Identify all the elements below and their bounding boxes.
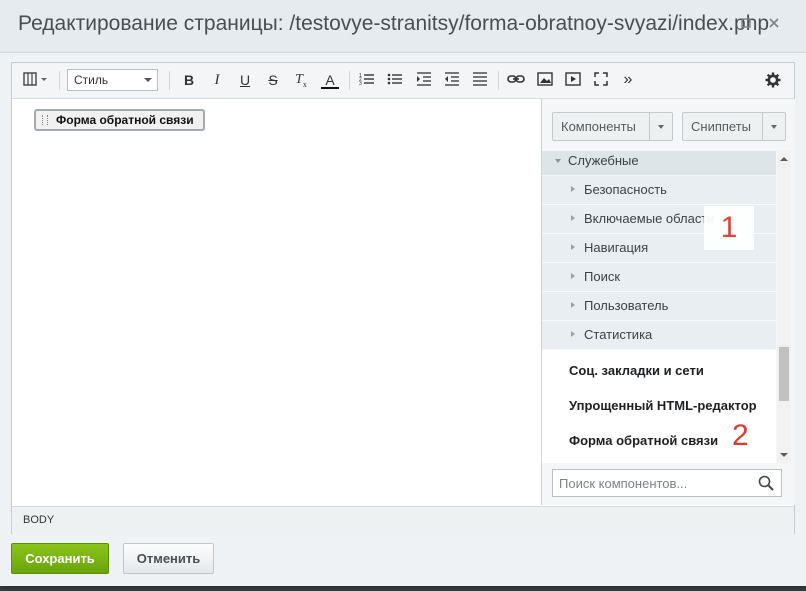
- scroll-up-icon[interactable]: [780, 157, 788, 161]
- toolbar-separator: [59, 71, 60, 90]
- html-editor: Стиль B I U S Tx A 123 » Форма обратной …: [11, 62, 795, 534]
- link-icon[interactable]: [507, 70, 525, 90]
- toolbar-separator: [169, 71, 170, 90]
- tree-subgroup-label: Пользователь: [584, 298, 669, 313]
- tree-component-item[interactable]: Упрощенный HTML-редактор: [542, 389, 776, 423]
- font-color-icon[interactable]: A: [321, 70, 339, 89]
- style-select[interactable]: Стиль: [67, 69, 158, 91]
- strikethrough-icon[interactable]: S: [264, 70, 282, 90]
- tree-subgroup-label: Безопасность: [584, 182, 667, 197]
- ordered-list-icon[interactable]: 123: [358, 70, 376, 90]
- caret-right-icon: [571, 215, 575, 221]
- caret-right-icon: [571, 302, 575, 308]
- snippets-button[interactable]: Сниппеты: [682, 112, 786, 141]
- tree-group-label: Служебные: [568, 153, 639, 168]
- video-icon[interactable]: [564, 70, 582, 90]
- editor-toolbar: Стиль B I U S Tx A 123 »: [12, 63, 794, 99]
- components-panel: Компоненты Сниппеты Служебные Безопаснос…: [541, 99, 795, 505]
- component-search-box[interactable]: [552, 469, 782, 497]
- caret-right-icon: [571, 331, 575, 337]
- search-icon[interactable]: [758, 475, 774, 496]
- editor-content-area[interactable]: Форма обратной связи: [12, 99, 540, 505]
- unordered-list-icon[interactable]: [386, 70, 404, 90]
- caret-right-icon: [571, 186, 575, 192]
- drag-handle-icon[interactable]: [42, 115, 48, 125]
- tree-component-label: Упрощенный HTML-редактор: [569, 398, 757, 413]
- scroll-down-icon[interactable]: [780, 453, 788, 457]
- edit-page-dialog: Редактирование страницы: /testovye-stran…: [0, 0, 806, 586]
- component-search-input[interactable]: [553, 470, 754, 496]
- tree-subgroup[interactable]: Безопасность: [542, 176, 776, 205]
- component-chip-label: Форма обратной связи: [56, 113, 194, 127]
- svg-text:3: 3: [359, 81, 362, 86]
- editor-statusbar: BODY: [12, 506, 794, 534]
- components-button[interactable]: Компоненты: [552, 112, 673, 141]
- tree-component-item[interactable]: Соц. закладки и сети: [542, 354, 776, 388]
- toolbar-separator: [349, 71, 350, 90]
- tree-subgroup-label: Включаемые области: [584, 211, 715, 226]
- indent-icon[interactable]: [415, 70, 433, 90]
- tree-component-label: Соц. закладки и сети: [569, 363, 704, 378]
- dialog-titlebar: Редактирование страницы: /testovye-stran…: [0, 0, 806, 53]
- chevron-down-icon: [144, 78, 152, 82]
- tree-subgroup-label: Поиск: [584, 269, 621, 284]
- toolbar-separator: [498, 71, 499, 90]
- tree-scrollbar[interactable]: [777, 151, 791, 463]
- tree-subgroup-label: Статистика: [584, 327, 653, 342]
- caret-down-icon: [555, 159, 561, 163]
- fullscreen-icon[interactable]: [592, 70, 610, 90]
- tree-subgroup[interactable]: Статистика: [542, 321, 776, 350]
- component-chip-feedback-form[interactable]: Форма обратной связи: [34, 109, 205, 131]
- settings-gear-icon[interactable]: [764, 70, 782, 90]
- maximize-icon[interactable]: [737, 16, 755, 34]
- snippets-button-label: Сниппеты: [691, 119, 752, 134]
- components-tree: Служебные Безопасность Включаемые област…: [542, 151, 776, 463]
- tree-group-service[interactable]: Служебные: [542, 151, 776, 176]
- chevron-down-icon[interactable]: [649, 113, 672, 140]
- element-path[interactable]: BODY: [23, 507, 54, 534]
- annotation-marker-1: 1: [704, 206, 754, 250]
- style-select-label: Стиль: [74, 73, 109, 87]
- align-icon[interactable]: [471, 70, 489, 90]
- bold-icon[interactable]: B: [180, 70, 198, 90]
- italic-icon[interactable]: I: [208, 70, 226, 90]
- tree-subgroup[interactable]: Поиск: [542, 263, 776, 292]
- outdent-icon[interactable]: [443, 70, 461, 90]
- underline-icon[interactable]: U: [236, 70, 254, 90]
- close-icon[interactable]: [765, 16, 783, 34]
- clear-format-icon[interactable]: Tx: [292, 70, 310, 90]
- tree-subgroup-label: Навигация: [584, 240, 649, 255]
- save-button[interactable]: Сохранить: [11, 543, 109, 574]
- tree-subgroup[interactable]: Пользователь: [542, 292, 776, 321]
- annotation-marker-2: 2: [732, 419, 749, 452]
- scrollbar-thumb[interactable]: [779, 347, 789, 401]
- caret-right-icon: [571, 244, 575, 250]
- template-icon[interactable]: [22, 70, 52, 90]
- more-icon[interactable]: »: [619, 70, 637, 90]
- components-button-label: Компоненты: [561, 119, 636, 134]
- clear-format-glyph: T: [295, 72, 303, 87]
- image-icon[interactable]: [536, 70, 554, 90]
- caret-right-icon: [571, 273, 575, 279]
- dialog-title: Редактирование страницы: /testovye-stran…: [18, 12, 770, 35]
- tree-component-label: Форма обратной связи: [569, 433, 719, 448]
- cancel-button[interactable]: Отменить: [123, 543, 214, 574]
- chevron-down-icon[interactable]: [762, 113, 785, 140]
